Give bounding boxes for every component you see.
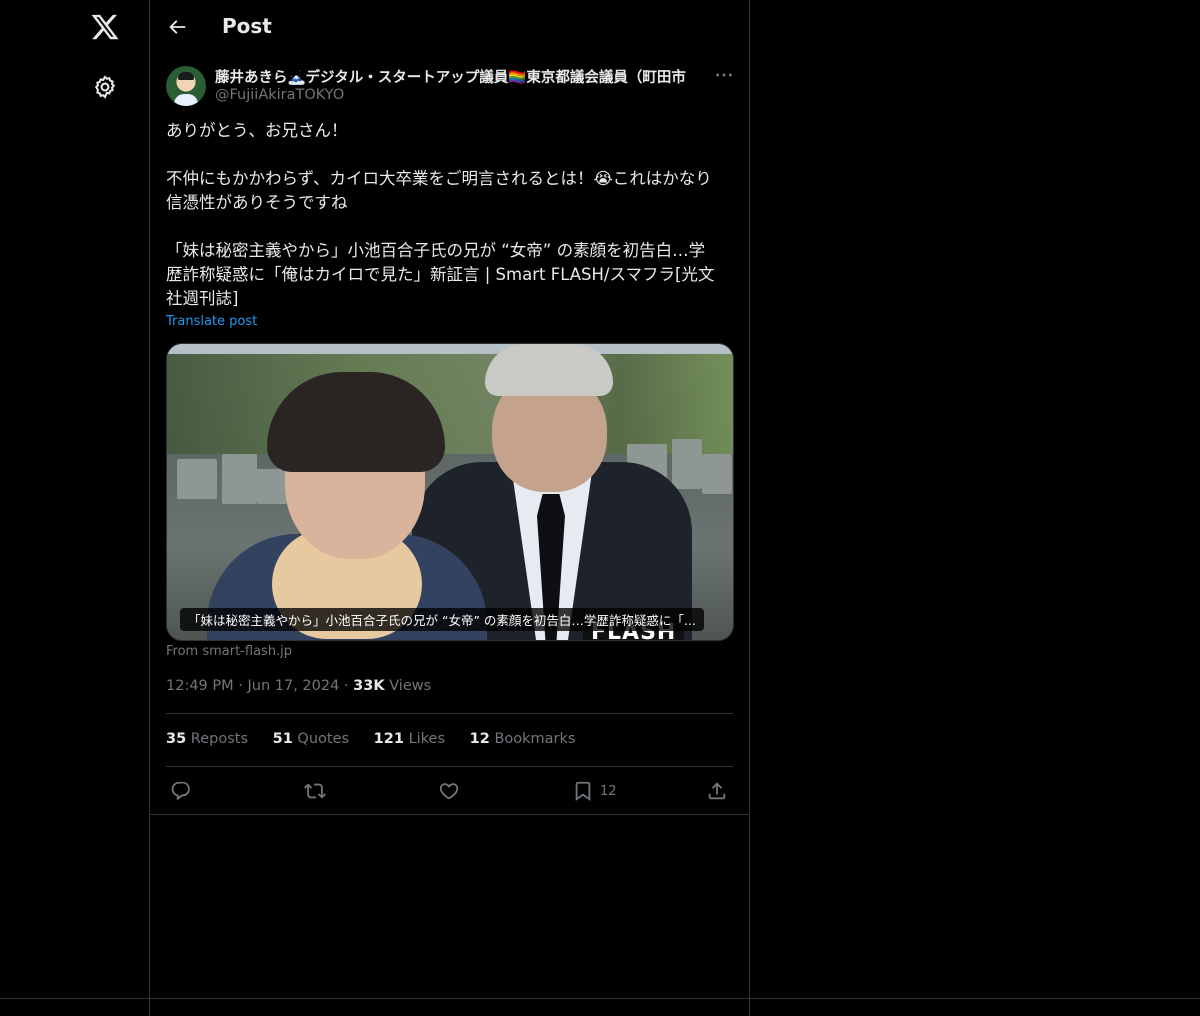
- gear-icon[interactable]: [92, 74, 118, 100]
- page-title: Post: [222, 14, 272, 38]
- bookmarks-stat[interactable]: 12 Bookmarks: [470, 731, 576, 747]
- bookmark-icon: [575, 781, 591, 802]
- left-nav: [0, 0, 149, 1016]
- views-label: Views: [389, 678, 432, 694]
- divider: [166, 713, 733, 714]
- tweet-text: ありがとう、お兄さん！ 不仲にもかかわらず、カイロ大卒業をご明言されるとは！😭こ…: [166, 119, 736, 311]
- heart-icon: [439, 783, 459, 800]
- x-logo-icon[interactable]: [90, 12, 120, 42]
- reposts-stat[interactable]: 35 Reposts: [166, 731, 248, 747]
- back-arrow-icon[interactable]: [166, 16, 188, 38]
- bookmark-count: 12: [600, 783, 617, 799]
- author-display-name[interactable]: 藤井あきら🗻デジタル・スタートアップ議員🏳️‍🌈東京都議会議員（町田市: [215, 66, 707, 87]
- repost-button[interactable]: [304, 778, 326, 804]
- tweet-paragraph: 「妹は秘密主義やから」小池百合子氏の兄が “女帝” の素顔を初告白…学 歴詐称疑…: [166, 241, 715, 308]
- link-card[interactable]: FLASH 「妹は秘密主義やから」小池百合子氏の兄が “女帝” の素顔を初告白……: [166, 343, 734, 641]
- reply-icon: [171, 781, 190, 800]
- divider: [150, 814, 749, 815]
- quotes-stat[interactable]: 51 Quotes: [273, 731, 349, 747]
- tweet-paragraph: ありがとう、お兄さん！: [166, 121, 348, 140]
- views-count: 33K: [353, 678, 385, 694]
- action-bar: 12: [166, 778, 733, 804]
- share-icon: [708, 782, 726, 800]
- reply-button[interactable]: [170, 778, 192, 804]
- bookmark-button[interactable]: 12: [572, 778, 617, 804]
- card-caption: 「妹は秘密主義やから」小池百合子氏の兄が “女帝” の素顔を初告白…学歴詐称疑惑…: [180, 608, 704, 631]
- post-column: Post 藤井あきら🗻デジタル・スタートアップ議員🏳️‍🌈東京都議会議員（町田市…: [149, 0, 750, 1016]
- repost-icon: [304, 783, 326, 799]
- post-time[interactable]: 12:49 PM: [166, 678, 234, 694]
- translate-post-link[interactable]: Translate post: [166, 314, 257, 329]
- engagement-stats: 35 Reposts 51 Quotes 121 Likes 12 Bookma…: [166, 731, 595, 747]
- post-header: Post: [150, 0, 749, 54]
- like-button[interactable]: [438, 778, 460, 804]
- divider: [166, 766, 733, 767]
- tweet-paragraph: 不仲にもかかわらず、カイロ大卒業をご明言されるとは！😭これはかなり 信憑性があり…: [166, 169, 712, 212]
- card-source[interactable]: From smart-flash.jp: [166, 644, 292, 659]
- post-date[interactable]: Jun 17, 2024: [247, 678, 339, 694]
- post-meta: 12:49 PM · Jun 17, 2024 · 33K Views: [166, 678, 432, 694]
- likes-stat[interactable]: 121 Likes: [374, 731, 445, 747]
- divider: [0, 998, 1200, 999]
- share-button[interactable]: [706, 778, 728, 804]
- more-options-icon[interactable]: [713, 64, 735, 86]
- author-handle[interactable]: @FujiiAkiraTOKYO: [215, 87, 344, 103]
- avatar[interactable]: [166, 66, 206, 106]
